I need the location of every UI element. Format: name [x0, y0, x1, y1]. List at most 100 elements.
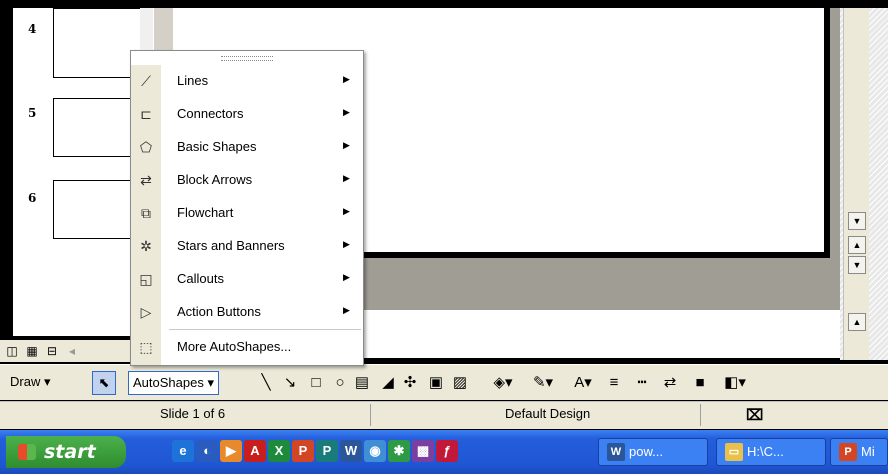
arrow-tool-icon[interactable]: ↘: [280, 373, 300, 393]
menu-item-label: Lines: [177, 73, 209, 88]
taskbar-task-button[interactable]: ▭ H:\C...: [716, 438, 826, 466]
rectangle-tool-icon[interactable]: □: [306, 373, 326, 393]
slide-show-icon[interactable]: ⊟: [44, 343, 60, 359]
menu-item-callouts[interactable]: ◱ Callouts ▶: [131, 263, 363, 296]
menu-separator: [169, 329, 361, 330]
menu-item-label: Action Buttons: [177, 304, 261, 319]
basic-shapes-icon: ⬠: [139, 139, 153, 155]
text-box-icon[interactable]: ▤: [352, 373, 372, 393]
menu-item-lines[interactable]: ⟋ Lines ▶: [131, 65, 363, 98]
menu-item-more-autoshapes[interactable]: ⬚ More AutoShapes...: [131, 331, 363, 364]
submenu-arrow-icon: ▶: [343, 173, 350, 183]
windows-logo-icon: [18, 444, 36, 460]
drawing-toolbar: Draw ▾ ⬉ AutoShapes ▾ ╲ ↘ □ ○ ▤ ◢ ✣ ▣ ▨ ◈▾ ✎▾ A▾ ≡ ┅ ⇄…: [0, 364, 888, 400]
word-doc-icon: W: [607, 443, 625, 461]
taskbar-task-button[interactable]: P Mi: [830, 438, 888, 466]
more-autoshapes-icon: ⬚: [139, 339, 153, 355]
firefox-icon[interactable]: ◐: [196, 440, 218, 462]
submenu-arrow-icon: ▶: [343, 305, 350, 315]
menu-item-label: Stars and Banners: [177, 238, 285, 253]
status-bar: Slide 1 of 6 Default Design ⌧: [0, 401, 888, 429]
folder-icon: ▭: [725, 443, 743, 461]
spelling-check-icon[interactable]: ⌧: [746, 406, 763, 424]
draw-menu-button[interactable]: Draw ▾: [6, 371, 54, 395]
line-style-icon[interactable]: ≡: [604, 373, 624, 393]
diagram-icon[interactable]: ✣: [400, 373, 420, 393]
slide-sorter-icon[interactable]: ▦: [24, 343, 40, 359]
font-color-icon[interactable]: A▾: [568, 373, 598, 393]
menu-item-connectors[interactable]: ⊏ Connectors ▶: [131, 98, 363, 131]
stars-banners-icon: ✲: [140, 238, 152, 254]
line-tool-icon[interactable]: ╲: [256, 373, 276, 393]
submenu-arrow-icon: ▶: [343, 74, 350, 84]
wordart-icon[interactable]: ◢: [378, 373, 398, 393]
windows-taskbar: start e ◐ ▶ A X P P W ◉ ✱ ▩ ƒ Wpow... ▭ H:\C... P Mi: [0, 430, 888, 474]
paint-icon[interactable]: ▩: [412, 440, 434, 462]
clip-art-icon[interactable]: ▣: [426, 373, 446, 393]
normal-view-icon[interactable]: ◫: [4, 343, 20, 359]
menu-item-flowchart[interactable]: ⧉ Flowchart ▶: [131, 197, 363, 230]
block-arrows-icon: ⇄: [140, 172, 152, 188]
submenu-arrow-icon: ▶: [343, 140, 350, 150]
lines-icon: ⟋: [141, 73, 151, 89]
design-template-status: Default Design: [505, 406, 591, 421]
next-slide-button[interactable]: ▼: [848, 256, 866, 274]
menu-item-label: Flowchart: [177, 205, 234, 220]
arrow-style-icon[interactable]: ⇄: [660, 373, 680, 393]
acrobat-icon[interactable]: A: [244, 440, 266, 462]
menu-item-label: Callouts: [177, 271, 224, 286]
slide-position-status: Slide 1 of 6: [160, 406, 226, 421]
powerpoint-icon[interactable]: P: [292, 440, 314, 462]
submenu-arrow-icon: ▶: [343, 239, 350, 249]
dash-style-icon[interactable]: ┅: [632, 373, 652, 393]
action-buttons-icon: ▷: [140, 304, 152, 320]
user-icon[interactable]: ◉: [364, 440, 386, 462]
slide-number: 4: [28, 22, 37, 36]
slide-number: 5: [28, 106, 37, 120]
taskbar-task-button[interactable]: Wpow...: [598, 438, 708, 466]
callouts-icon: ◱: [139, 271, 153, 287]
scroll-down-button[interactable]: ▼: [848, 212, 866, 230]
menu-item-label: More AutoShapes...: [177, 339, 292, 354]
shadow-style-icon[interactable]: ■: [690, 373, 710, 393]
internet-explorer-icon[interactable]: e: [172, 440, 194, 462]
fill-color-icon[interactable]: ◈▾: [488, 373, 518, 393]
insert-picture-icon[interactable]: ▨: [450, 373, 470, 393]
menu-item-basic-shapes[interactable]: ⬠ Basic Shapes ▶: [131, 131, 363, 164]
autoshapes-button[interactable]: AutoShapes ▾: [128, 371, 219, 395]
games-icon[interactable]: ✱: [388, 440, 410, 462]
connectors-icon: ⊏: [140, 106, 152, 122]
flash-icon[interactable]: ƒ: [436, 440, 458, 462]
task-label: H:\C...: [747, 444, 784, 459]
scroll-left-icon[interactable]: ◂: [64, 343, 80, 359]
oval-tool-icon[interactable]: ○: [330, 373, 350, 393]
menu-item-label: Connectors: [177, 106, 244, 121]
menu-drag-handle[interactable]: [221, 56, 273, 61]
start-label: start: [44, 441, 96, 463]
menu-item-label: Basic Shapes: [177, 139, 257, 154]
media-player-icon[interactable]: ▶: [220, 440, 242, 462]
slide-number: 6: [28, 191, 37, 205]
start-button[interactable]: start: [6, 436, 126, 468]
menu-item-label: Block Arrows: [177, 172, 253, 187]
submenu-arrow-icon: ▶: [343, 206, 350, 216]
menu-item-stars-and-banners[interactable]: ✲ Stars and Banners ▶: [131, 230, 363, 263]
3d-style-icon[interactable]: ◧▾: [720, 373, 750, 393]
task-label: pow...: [629, 444, 663, 459]
status-divider: [700, 404, 701, 426]
select-pointer-icon[interactable]: ⬉: [92, 371, 116, 395]
excel-icon[interactable]: X: [268, 440, 290, 462]
status-divider: [370, 404, 371, 426]
submenu-arrow-icon: ▶: [343, 272, 350, 282]
notes-scroll-up-button[interactable]: ▲: [848, 313, 866, 331]
submenu-arrow-icon: ▶: [343, 107, 350, 117]
menu-item-action-buttons[interactable]: ▷ Action Buttons ▶: [131, 296, 363, 329]
word-icon[interactable]: W: [340, 440, 362, 462]
slide-vertical-scrollbar[interactable]: ▼ ▲ ▼ ▲: [843, 8, 869, 360]
publisher-icon[interactable]: P: [316, 440, 338, 462]
powerpoint-task-icon: P: [839, 443, 857, 461]
autoshapes-menu: ⟋ Lines ▶ ⊏ Connectors ▶ ⬠ Basic Shapes ▶ ⇄ Block …: [130, 50, 364, 366]
line-color-icon[interactable]: ✎▾: [528, 373, 558, 393]
menu-item-block-arrows[interactable]: ⇄ Block Arrows ▶: [131, 164, 363, 197]
previous-slide-button[interactable]: ▲: [848, 236, 866, 254]
